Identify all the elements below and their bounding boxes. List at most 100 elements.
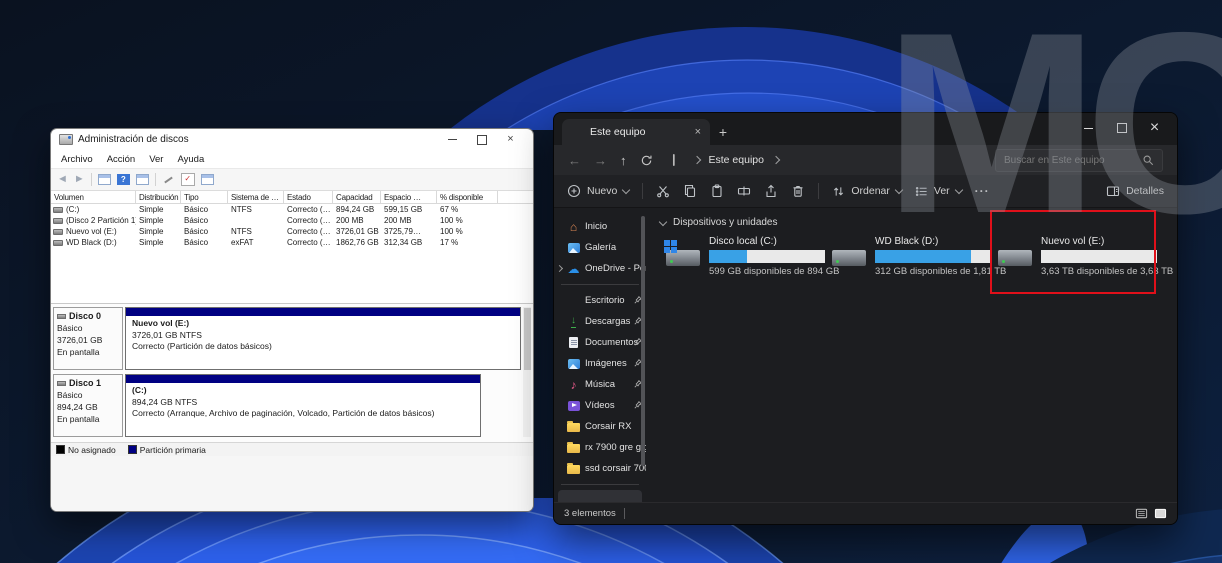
more-options-icon[interactable]: ···	[975, 185, 990, 197]
forward-icon[interactable]: →	[594, 154, 607, 167]
table-row[interactable]: WD Black (D:) Simple Básico exFAT Correc…	[51, 237, 533, 248]
disk-management-titlebar[interactable]: Administración de discos ×	[51, 129, 533, 150]
search-box[interactable]	[995, 149, 1163, 172]
up-icon[interactable]: ↑	[620, 154, 627, 167]
column-tipo[interactable]: Tipo	[181, 191, 228, 203]
this-pc-icon	[572, 127, 583, 137]
close-button[interactable]: ×	[1138, 115, 1171, 141]
sidebar-item-documentos[interactable]: Documentos	[554, 332, 646, 353]
export-list-icon[interactable]	[162, 174, 175, 185]
volume-icon	[53, 229, 63, 235]
back-icon[interactable]: ←	[568, 154, 581, 167]
disk-1-partition[interactable]: (C:) 894,24 GB NTFS Correcto (Arranque, …	[125, 374, 481, 437]
table-row[interactable]: (Disco 2 Partición 1) Simple Básico Corr…	[51, 215, 533, 226]
graph-scrollbar[interactable]	[523, 307, 531, 437]
menu-accion[interactable]: Acción	[100, 154, 143, 165]
this-pc-icon	[672, 155, 683, 165]
tab-close-icon[interactable]: ×	[695, 126, 701, 138]
minimize-button[interactable]	[1072, 115, 1105, 141]
column-disponible[interactable]: % disponible	[437, 191, 498, 203]
drive-d-tile[interactable]: WD Black (D:) 312 GB disponibles de 1,81…	[826, 234, 992, 279]
sidebar-item-inicio[interactable]: ⌂ Inicio	[554, 216, 646, 237]
large-icons-view-icon[interactable]	[1154, 507, 1167, 520]
maximize-button[interactable]	[1105, 115, 1138, 141]
table-row[interactable]: (C:) Simple Básico NTFS Correcto (… 894,…	[51, 204, 533, 215]
delete-icon[interactable]	[791, 184, 805, 198]
disk-1-label[interactable]: Disco 1 Básico 894,24 GB En pantalla	[53, 374, 123, 437]
rename-icon[interactable]	[737, 184, 751, 198]
folder-icon	[567, 441, 580, 454]
disk-0-partition[interactable]: Nuevo vol (E:) 3726,01 GB NTFS Correcto …	[125, 307, 521, 370]
new-tab-button[interactable]: +	[710, 119, 736, 145]
tab-este-equipo[interactable]: Este equipo ×	[562, 119, 710, 145]
column-sistema[interactable]: Sistema de …	[228, 191, 284, 203]
details-toggle[interactable]: Detalles	[1106, 184, 1164, 198]
console-window-icon-2[interactable]	[136, 174, 149, 185]
minimize-button[interactable]	[438, 129, 467, 150]
paste-icon[interactable]	[710, 184, 724, 198]
search-input[interactable]	[1004, 155, 1142, 166]
address-bar[interactable]: Este equipo	[666, 148, 983, 172]
column-estado[interactable]: Estado	[284, 191, 333, 203]
breadcrumb[interactable]: Este equipo	[709, 154, 764, 166]
file-explorer-window: Este equipo × + × ← → ↑ Este equipo	[553, 112, 1178, 525]
sidebar-item-onedrive[interactable]: ☁ OneDrive - Perso	[554, 258, 646, 279]
sidebar-item-rx-7900[interactable]: rx 7900 gre giga	[554, 437, 646, 458]
drive-icon	[666, 240, 701, 268]
menu-ver[interactable]: Ver	[142, 154, 170, 165]
drive-e-tile[interactable]: Nuevo vol (E:) 3,63 TB disponibles de 3,…	[992, 234, 1158, 279]
close-button[interactable]: ×	[496, 129, 525, 150]
navigation-bar: ← → ↑ Este equipo	[554, 145, 1177, 175]
drive-c-tile[interactable]: Disco local (C:) 599 GB disponibles de 8…	[660, 234, 826, 279]
sidebar-item-corsair-rx[interactable]: Corsair RX	[554, 416, 646, 437]
help-icon[interactable]: ?	[117, 174, 130, 185]
column-distribucion[interactable]: Distribución	[136, 191, 181, 203]
sidebar-item-videos[interactable]: Vídeos	[554, 395, 646, 416]
sort-button[interactable]: Ordenar	[832, 185, 902, 198]
menu-archivo[interactable]: Archivo	[54, 154, 100, 165]
sidebar-item-imagenes[interactable]: Imágenes	[554, 353, 646, 374]
forward-icon[interactable]: ►	[74, 174, 85, 185]
column-capacidad[interactable]: Capacidad	[333, 191, 381, 203]
new-button[interactable]: Nuevo	[567, 184, 629, 198]
desktop-icon	[567, 294, 580, 307]
refresh-icon[interactable]	[640, 154, 653, 167]
navigation-pane: ⌂ Inicio Galería ☁ OneDrive - Perso Escr…	[554, 208, 646, 502]
panel-icon[interactable]	[201, 174, 214, 185]
tab-bar[interactable]: Este equipo × + ×	[554, 113, 1177, 145]
window-bottom-strip	[51, 456, 533, 511]
column-espacio[interactable]: Espacio …	[381, 191, 437, 203]
maximize-button[interactable]	[467, 129, 496, 150]
sidebar-item-galeria[interactable]: Galería	[554, 237, 646, 258]
console-window-icon[interactable]	[98, 174, 111, 185]
disk-0-row: Disco 0 Básico 3726,01 GB En pantalla Nu…	[53, 307, 521, 370]
downloads-icon: ↓	[567, 315, 580, 328]
disk-0-label[interactable]: Disco 0 Básico 3726,01 GB En pantalla	[53, 307, 123, 370]
scrollbar-thumb[interactable]	[524, 308, 531, 370]
sidebar-item-este-equipo-partial[interactable]	[558, 490, 642, 502]
sidebar-item-escritorio[interactable]: Escritorio	[554, 290, 646, 311]
drive-icon	[832, 240, 867, 268]
list-view-icon[interactable]	[1135, 507, 1148, 520]
windows-logo-icon	[664, 240, 677, 253]
volume-icon	[53, 207, 63, 213]
item-count: 3 elementos	[564, 508, 616, 519]
section-dispositivos[interactable]: Dispositivos y unidades	[660, 214, 1177, 230]
properties-check-icon[interactable]: ✓	[181, 173, 195, 186]
sidebar-scrollbar[interactable]	[641, 216, 645, 466]
toolbar: ◄ ► ? ✓	[51, 168, 533, 191]
sidebar-item-descargas[interactable]: ↓ Descargas	[554, 311, 646, 332]
copy-icon[interactable]	[683, 184, 697, 198]
sidebar-item-musica[interactable]: ♪ Música	[554, 374, 646, 395]
menu-ayuda[interactable]: Ayuda	[170, 154, 211, 165]
cut-icon[interactable]	[656, 184, 670, 198]
table-row[interactable]: Nuevo vol (E:) Simple Básico NTFS Correc…	[51, 226, 533, 237]
sidebar-item-ssd-corsair[interactable]: ssd corsair 700 p	[554, 458, 646, 479]
share-icon[interactable]	[764, 184, 778, 198]
expand-chevron-icon[interactable]	[556, 265, 563, 272]
new-icon	[567, 184, 581, 198]
view-button[interactable]: Ver	[915, 185, 962, 198]
back-icon[interactable]: ◄	[57, 174, 68, 185]
column-volumen[interactable]: Volumen	[51, 191, 136, 203]
desktop: Administración de discos × Archivo Acció…	[0, 0, 1222, 563]
